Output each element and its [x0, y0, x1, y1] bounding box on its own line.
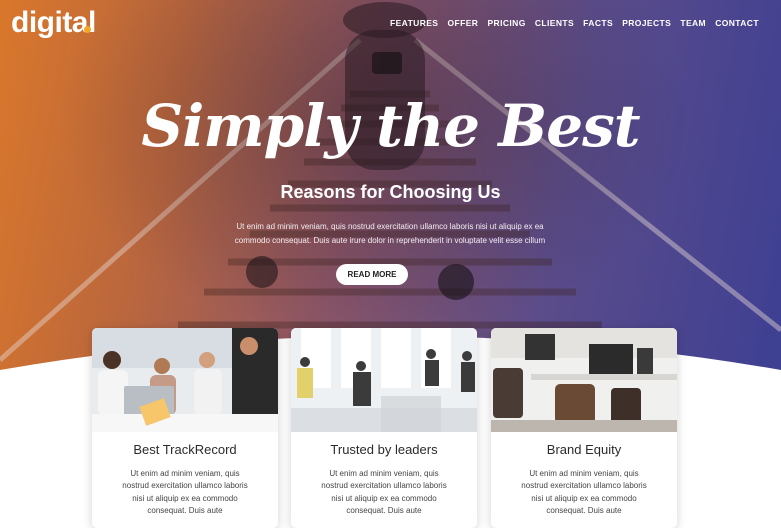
nav-item-team[interactable]: TEAM	[680, 18, 706, 28]
hero-text-line: Ut enim ad minim veniam, quis nostrud ex…	[236, 222, 544, 231]
hero-text-line: commodo consequat. Duis aute irure dolor…	[234, 236, 546, 245]
team-photo	[92, 328, 278, 432]
hero-script-title: Simply the Best	[141, 92, 640, 160]
workspace-photo	[491, 328, 677, 432]
card-text: Ut enim ad minim veniam, quis nostrud ex…	[521, 469, 647, 515]
card-title: Brand Equity	[546, 442, 622, 457]
feature-card-trusted-leaders[interactable]: Trusted by leaders Ut enim ad minim veni…	[291, 328, 477, 528]
card-title: Best TrackRecord	[133, 442, 237, 457]
feature-card-brand-equity[interactable]: Brand Equity Ut enim ad minim veniam, qu…	[491, 328, 677, 528]
feature-card-track-record[interactable]: Best TrackRecord Ut enim ad minim veniam…	[92, 328, 278, 528]
card-title: Trusted by leaders	[330, 442, 438, 457]
nav-item-clients[interactable]: CLIENTS	[535, 18, 574, 28]
logo-dot	[84, 26, 91, 33]
card-text: Ut enim ad minim veniam, quis nostrud ex…	[321, 469, 447, 515]
office-photo	[291, 328, 477, 432]
logo[interactable]: digital	[11, 6, 96, 40]
read-more-button[interactable]: READ MORE	[336, 264, 408, 285]
nav-item-pricing[interactable]: PRICING	[487, 18, 525, 28]
nav-item-features[interactable]: FEATURES	[390, 18, 438, 28]
hero-description: Ut enim ad minim veniam, quis nostrud ex…	[190, 220, 590, 248]
nav-item-offer[interactable]: OFFER	[448, 18, 479, 28]
hero-subtitle: Reasons for Choosing Us	[280, 182, 501, 202]
card-text: Ut enim ad minim veniam, quis nostrud ex…	[122, 469, 248, 515]
main-nav: FEATURES OFFER PRICING CLIENTS FACTS PRO…	[390, 18, 759, 28]
nav-item-projects[interactable]: PROJECTS	[622, 18, 671, 28]
nav-item-facts[interactable]: FACTS	[583, 18, 613, 28]
nav-item-contact[interactable]: CONTACT	[715, 18, 759, 28]
